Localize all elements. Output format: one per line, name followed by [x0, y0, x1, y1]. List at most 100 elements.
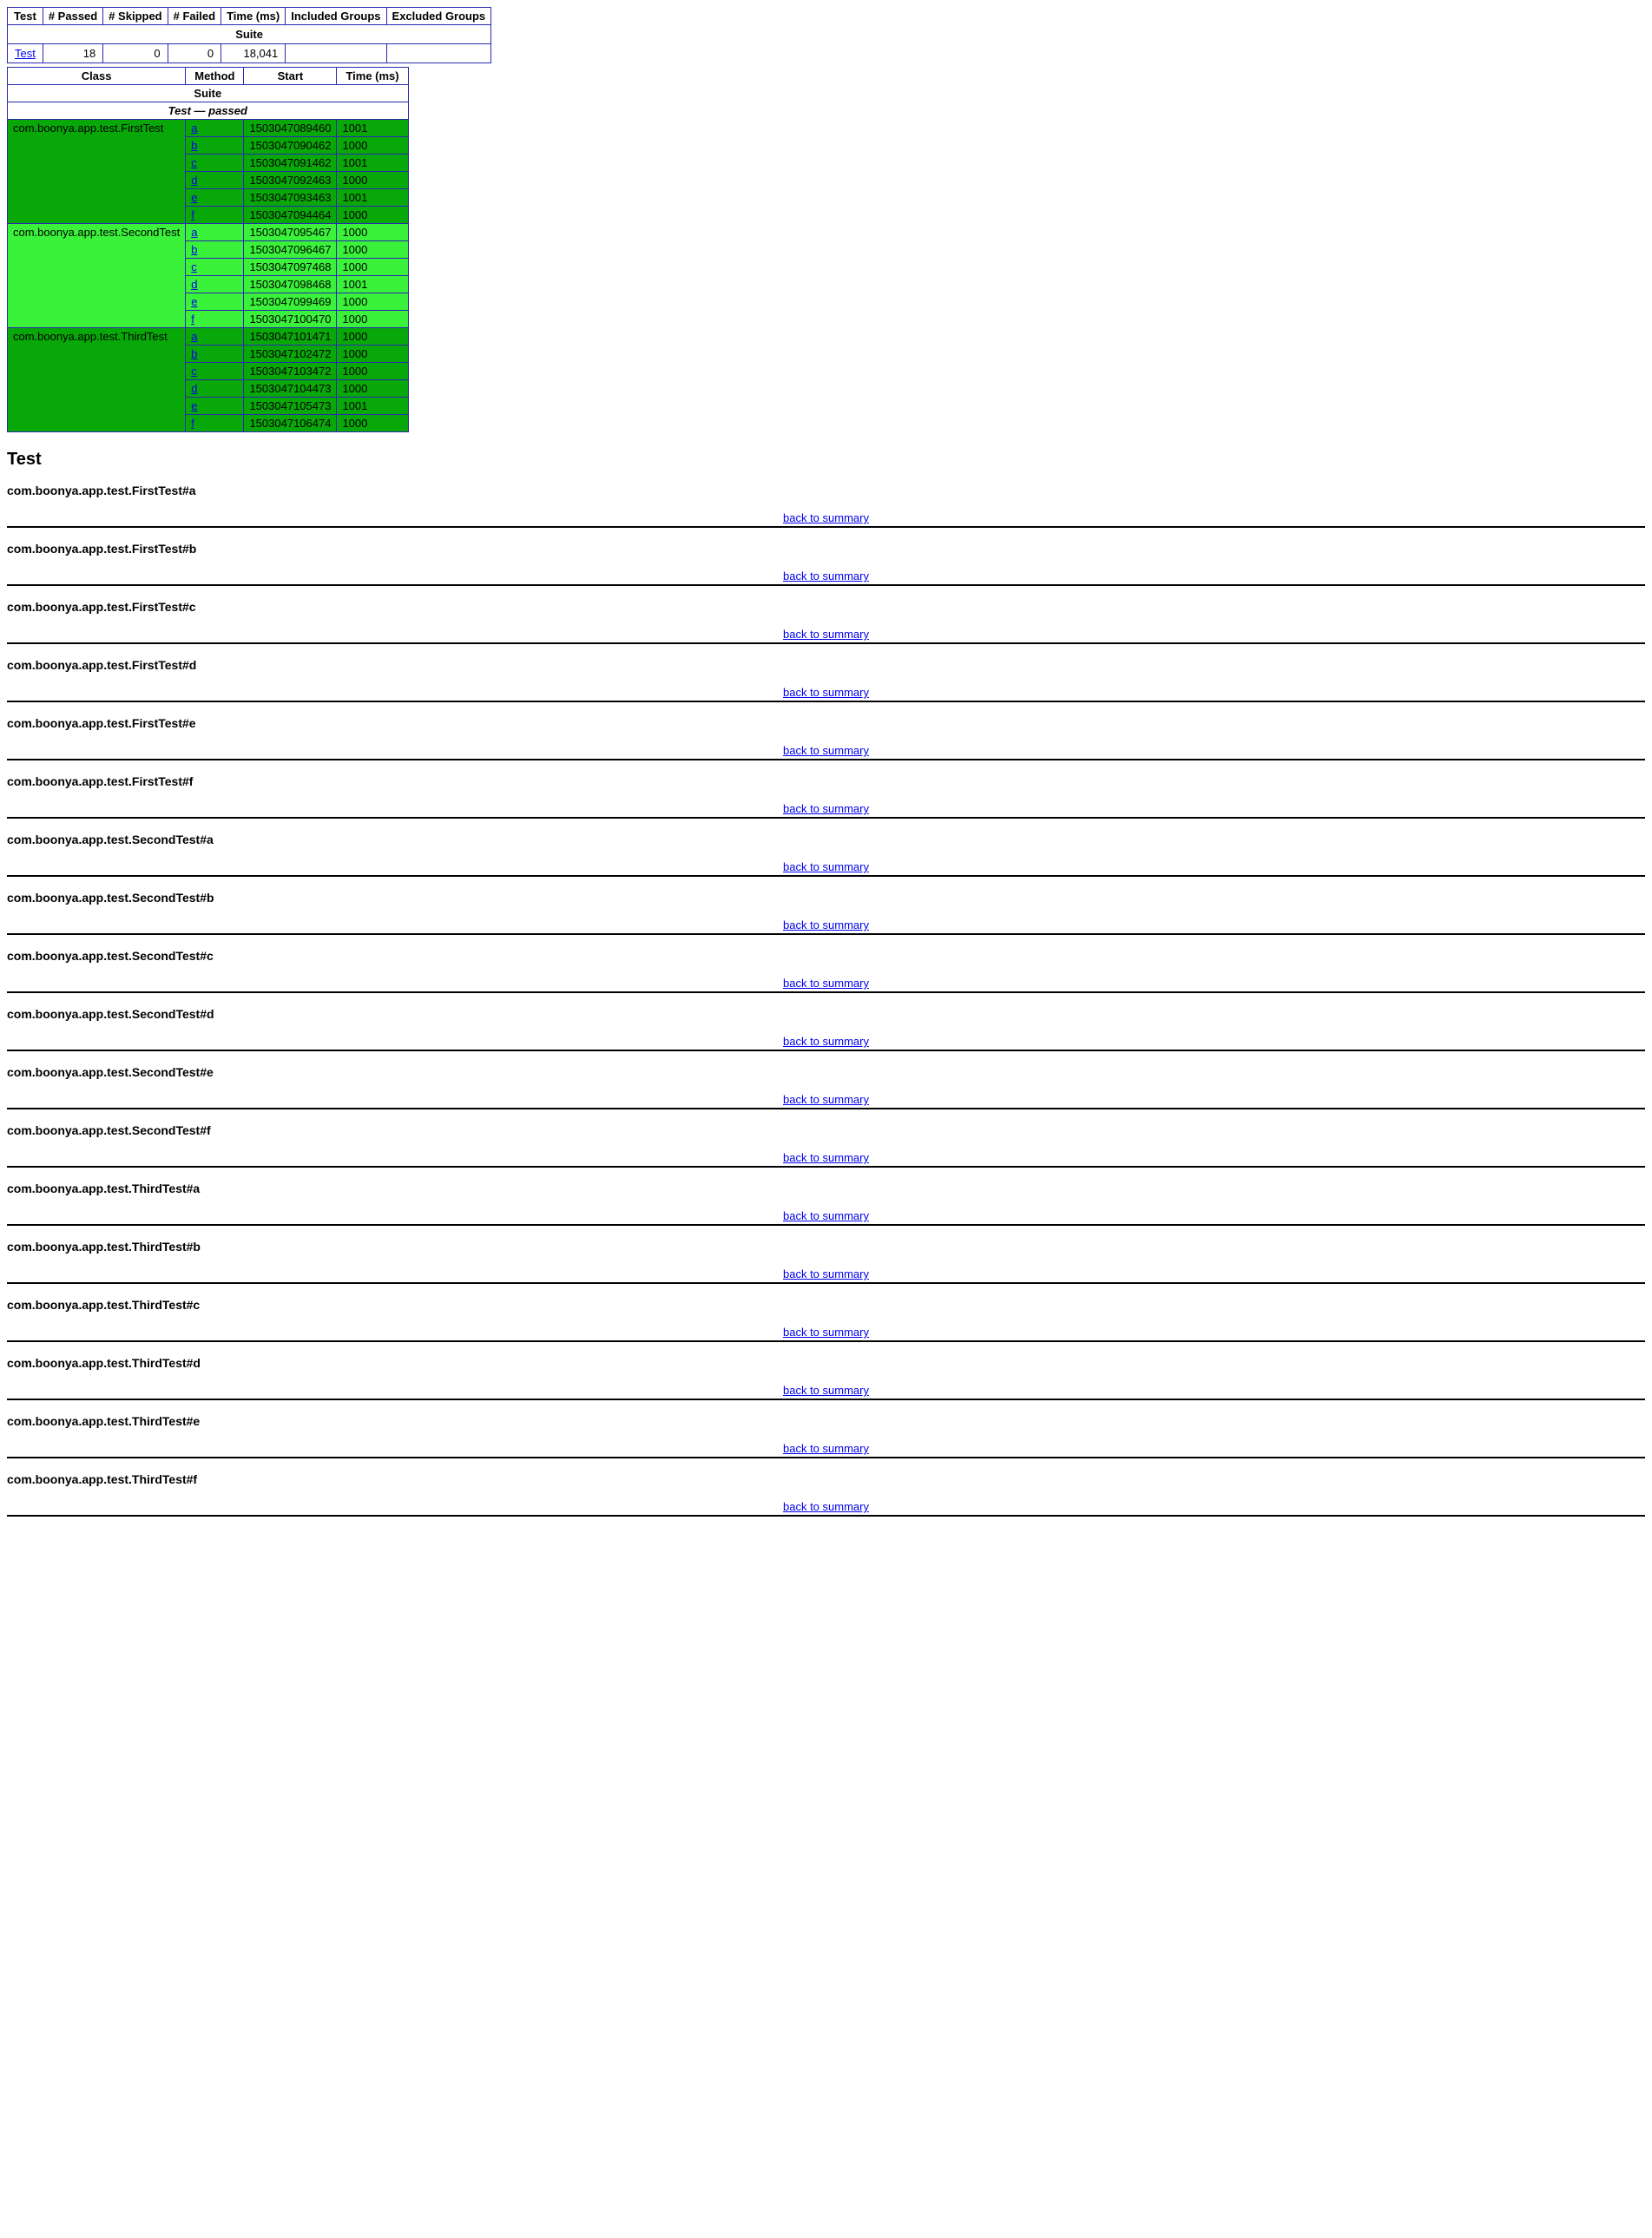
- back-to-summary-link[interactable]: back to summary: [783, 511, 869, 524]
- back-to-summary-link[interactable]: back to summary: [783, 1500, 869, 1513]
- method-cell: b: [186, 241, 244, 259]
- back-to-summary-link[interactable]: back to summary: [783, 686, 869, 699]
- method-cell: e: [186, 398, 244, 415]
- class-cell: com.boonya.app.test.SecondTest: [8, 224, 186, 328]
- divider: [7, 1515, 1645, 1517]
- back-link-container: back to summary: [7, 860, 1645, 873]
- result-heading: com.boonya.app.test.FirstTest#f: [7, 774, 1645, 788]
- back-to-summary-link[interactable]: back to summary: [783, 1267, 869, 1280]
- start-cell: 1503047092463: [244, 172, 337, 189]
- summary-failed: 0: [168, 44, 220, 63]
- method-link[interactable]: f: [191, 417, 194, 430]
- method-link[interactable]: e: [191, 191, 197, 204]
- method-cell: c: [186, 363, 244, 380]
- method-link[interactable]: b: [191, 347, 197, 360]
- method-link[interactable]: a: [191, 122, 197, 135]
- divider: [7, 701, 1645, 702]
- time-cell: 1000: [337, 415, 408, 432]
- class-cell: com.boonya.app.test.FirstTest: [8, 120, 186, 224]
- start-cell: 1503047103472: [244, 363, 337, 380]
- back-to-summary-link[interactable]: back to summary: [783, 628, 869, 641]
- time-cell: 1000: [337, 172, 408, 189]
- col-included-groups: Included Groups: [286, 8, 386, 25]
- start-cell: 1503047099469: [244, 293, 337, 311]
- divider: [7, 1166, 1645, 1168]
- result-heading: com.boonya.app.test.FirstTest#e: [7, 716, 1645, 730]
- back-to-summary-link[interactable]: back to summary: [783, 918, 869, 931]
- back-link-container: back to summary: [7, 744, 1645, 757]
- method-link[interactable]: d: [191, 174, 197, 187]
- method-cell: a: [186, 224, 244, 241]
- back-to-summary-link[interactable]: back to summary: [783, 1151, 869, 1164]
- method-link[interactable]: f: [191, 313, 194, 326]
- method-cell: b: [186, 346, 244, 363]
- result-heading: com.boonya.app.test.FirstTest#b: [7, 542, 1645, 556]
- time-cell: 1000: [337, 311, 408, 328]
- col-test: Test: [8, 8, 43, 25]
- method-link[interactable]: b: [191, 243, 197, 256]
- method-link[interactable]: a: [191, 226, 197, 239]
- back-to-summary-link[interactable]: back to summary: [783, 569, 869, 583]
- back-to-summary-link[interactable]: back to summary: [783, 1384, 869, 1397]
- result-heading: com.boonya.app.test.SecondTest#a: [7, 833, 1645, 846]
- back-to-summary-link[interactable]: back to summary: [783, 744, 869, 757]
- divider: [7, 1399, 1645, 1400]
- back-to-summary-link[interactable]: back to summary: [783, 1326, 869, 1339]
- start-cell: 1503047102472: [244, 346, 337, 363]
- time-cell: 1000: [337, 241, 408, 259]
- summary-inc-groups: [286, 44, 386, 63]
- method-cell: e: [186, 189, 244, 207]
- result-heading: com.boonya.app.test.SecondTest#c: [7, 949, 1645, 963]
- method-link[interactable]: c: [191, 260, 197, 273]
- start-cell: 1503047098468: [244, 276, 337, 293]
- col-excluded-groups: Excluded Groups: [386, 8, 491, 25]
- back-to-summary-link[interactable]: back to summary: [783, 977, 869, 990]
- divider: [7, 1457, 1645, 1458]
- summary-header-row: Test # Passed # Skipped # Failed Time (m…: [8, 8, 491, 25]
- col-failed: # Failed: [168, 8, 220, 25]
- method-link[interactable]: b: [191, 139, 197, 152]
- back-link-container: back to summary: [7, 1209, 1645, 1222]
- class-cell: com.boonya.app.test.ThirdTest: [8, 328, 186, 432]
- method-link[interactable]: d: [191, 382, 197, 395]
- back-to-summary-link[interactable]: back to summary: [783, 860, 869, 873]
- back-link-container: back to summary: [7, 628, 1645, 641]
- detail-suite-label: Suite: [8, 85, 409, 102]
- time-cell: 1000: [337, 259, 408, 276]
- col-time: Time (ms): [221, 8, 286, 25]
- time-cell: 1000: [337, 328, 408, 346]
- method-cell: c: [186, 259, 244, 276]
- col-skipped: # Skipped: [103, 8, 168, 25]
- divider: [7, 817, 1645, 819]
- back-to-summary-link[interactable]: back to summary: [783, 1442, 869, 1455]
- method-link[interactable]: e: [191, 295, 197, 308]
- method-link[interactable]: a: [191, 330, 197, 343]
- summary-table: Test # Passed # Skipped # Failed Time (m…: [7, 7, 491, 63]
- summary-test-link[interactable]: Test: [15, 47, 36, 60]
- back-link-container: back to summary: [7, 1326, 1645, 1339]
- start-cell: 1503047105473: [244, 398, 337, 415]
- back-link-container: back to summary: [7, 1500, 1645, 1513]
- method-link[interactable]: f: [191, 208, 194, 221]
- method-link[interactable]: e: [191, 399, 197, 412]
- time-cell: 1000: [337, 380, 408, 398]
- method-cell: d: [186, 172, 244, 189]
- method-cell: d: [186, 276, 244, 293]
- time-cell: 1001: [337, 120, 408, 137]
- method-cell: f: [186, 311, 244, 328]
- result-heading: com.boonya.app.test.FirstTest#a: [7, 484, 1645, 497]
- back-link-container: back to summary: [7, 686, 1645, 699]
- summary-skipped: 0: [103, 44, 168, 63]
- back-to-summary-link[interactable]: back to summary: [783, 1035, 869, 1048]
- method-link[interactable]: c: [191, 156, 197, 169]
- back-to-summary-link[interactable]: back to summary: [783, 1093, 869, 1106]
- method-link[interactable]: d: [191, 278, 197, 291]
- back-to-summary-link[interactable]: back to summary: [783, 1209, 869, 1222]
- method-link[interactable]: c: [191, 365, 197, 378]
- summary-time: 18,041: [221, 44, 286, 63]
- back-to-summary-link[interactable]: back to summary: [783, 802, 869, 815]
- table-row: com.boonya.app.test.SecondTesta150304709…: [8, 224, 409, 241]
- start-cell: 1503047090462: [244, 137, 337, 155]
- start-cell: 1503047101471: [244, 328, 337, 346]
- time-cell: 1001: [337, 398, 408, 415]
